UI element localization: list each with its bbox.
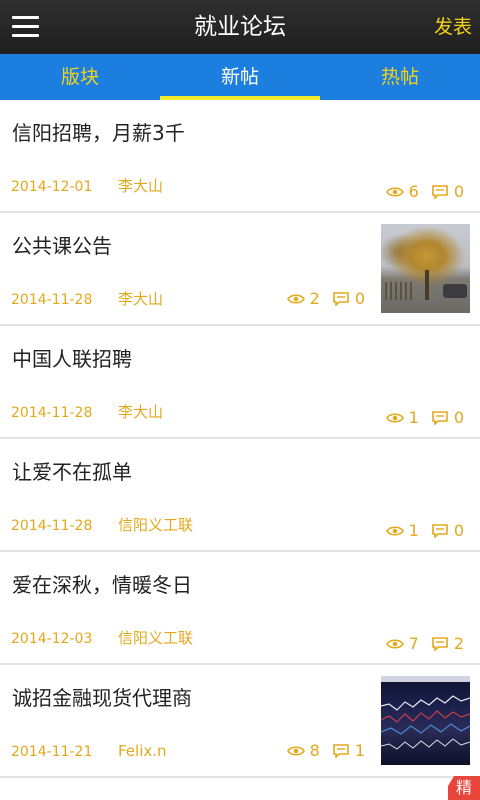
- eye-icon: [385, 413, 404, 423]
- tab-hot-posts[interactable]: 热帖: [320, 54, 480, 100]
- post-stats: 2 0: [286, 289, 365, 309]
- comment-count: 0: [453, 408, 464, 427]
- tab-sections[interactable]: 版块: [0, 54, 160, 100]
- comment-bubble-icon: [333, 292, 349, 306]
- post-date: 2014-11-28: [11, 518, 93, 534]
- post-stats: 6 0: [385, 182, 464, 202]
- app-screen: 就业论坛 发表 版块 新帖 热帖 信阳招聘，月薪3千 2014-12-01 李大…: [0, 0, 480, 800]
- post-row[interactable]: 公共课公告 2014-11-28 李大山 2 0: [0, 213, 480, 326]
- post-date: 2014-11-28: [11, 292, 93, 308]
- thumbnail-car: [443, 284, 467, 298]
- post-date: 2014-12-03: [11, 631, 93, 647]
- post-stats: 1 0: [385, 408, 464, 428]
- post-list: 信阳招聘，月薪3千 2014-12-01 李大山 6 0 公共课公告 2014-…: [0, 100, 480, 778]
- post-thumbnail-autumn-tree[interactable]: [381, 224, 470, 313]
- post-date: 2014-11-21: [11, 744, 93, 760]
- comment-bubble-icon: [432, 637, 448, 651]
- thumbnail-fence: [385, 282, 415, 300]
- post-stats: 1 0: [385, 521, 464, 541]
- thumbnail-tree-trunk: [425, 270, 429, 300]
- post-thumbnail-stock-chart[interactable]: [381, 676, 470, 765]
- post-author: 李大山: [118, 403, 164, 421]
- post-author: Felix.n: [118, 742, 167, 760]
- post-author: 信阳义工联: [118, 516, 194, 534]
- view-count: 8: [309, 741, 320, 760]
- eye-icon: [385, 639, 404, 649]
- eye-icon: [385, 526, 404, 536]
- comment-bubble-icon: [432, 185, 448, 199]
- post-stats: 7 2: [385, 634, 464, 654]
- post-date: 2014-12-01: [11, 179, 93, 195]
- comment-count: 0: [453, 182, 464, 201]
- post-title: 信阳招聘，月薪3千: [12, 121, 185, 145]
- view-count: 1: [408, 408, 419, 427]
- view-count: 7: [408, 634, 419, 653]
- post-button[interactable]: 发表: [434, 14, 472, 40]
- tab-new-posts[interactable]: 新帖: [160, 54, 320, 100]
- thumbnail-chart-lines: [381, 676, 470, 750]
- comment-bubble-icon: [333, 744, 349, 758]
- comment-count: 0: [354, 289, 365, 308]
- eye-icon: [286, 746, 305, 756]
- title-bar: 就业论坛 发表: [0, 0, 480, 54]
- featured-badge[interactable]: 精: [448, 776, 480, 800]
- post-row[interactable]: 诚招金融现货代理商 2014-11-21 Felix.n 8 1: [0, 665, 480, 778]
- view-count: 6: [408, 182, 419, 201]
- tab-bar: 版块 新帖 热帖: [0, 54, 480, 100]
- comment-bubble-icon: [432, 524, 448, 538]
- eye-icon: [286, 294, 305, 304]
- post-date: 2014-11-28: [11, 405, 93, 421]
- post-author: 李大山: [118, 177, 164, 195]
- post-row[interactable]: 信阳招聘，月薪3千 2014-12-01 李大山 6 0: [0, 100, 480, 213]
- post-title: 诚招金融现货代理商: [12, 686, 192, 710]
- post-row[interactable]: 中国人联招聘 2014-11-28 李大山 1 0: [0, 326, 480, 439]
- post-row[interactable]: 让爱不在孤单 2014-11-28 信阳义工联 1 0: [0, 439, 480, 552]
- post-stats: 8 1: [286, 741, 365, 761]
- comment-bubble-icon: [432, 411, 448, 425]
- page-title: 就业论坛: [194, 14, 286, 40]
- comment-count: 2: [453, 634, 464, 653]
- post-title: 中国人联招聘: [12, 347, 132, 371]
- post-title: 让爱不在孤单: [12, 460, 132, 484]
- view-count: 1: [408, 521, 419, 540]
- comment-count: 1: [354, 741, 365, 760]
- post-title: 爱在深秋，情暖冬日: [12, 573, 192, 597]
- post-author: 信阳义工联: [118, 629, 194, 647]
- eye-icon: [385, 187, 404, 197]
- post-title: 公共课公告: [12, 234, 112, 258]
- view-count: 2: [309, 289, 320, 308]
- comment-count: 0: [453, 521, 464, 540]
- post-row[interactable]: 爱在深秋，情暖冬日 2014-12-03 信阳义工联 7 2: [0, 552, 480, 665]
- post-author: 李大山: [118, 290, 164, 308]
